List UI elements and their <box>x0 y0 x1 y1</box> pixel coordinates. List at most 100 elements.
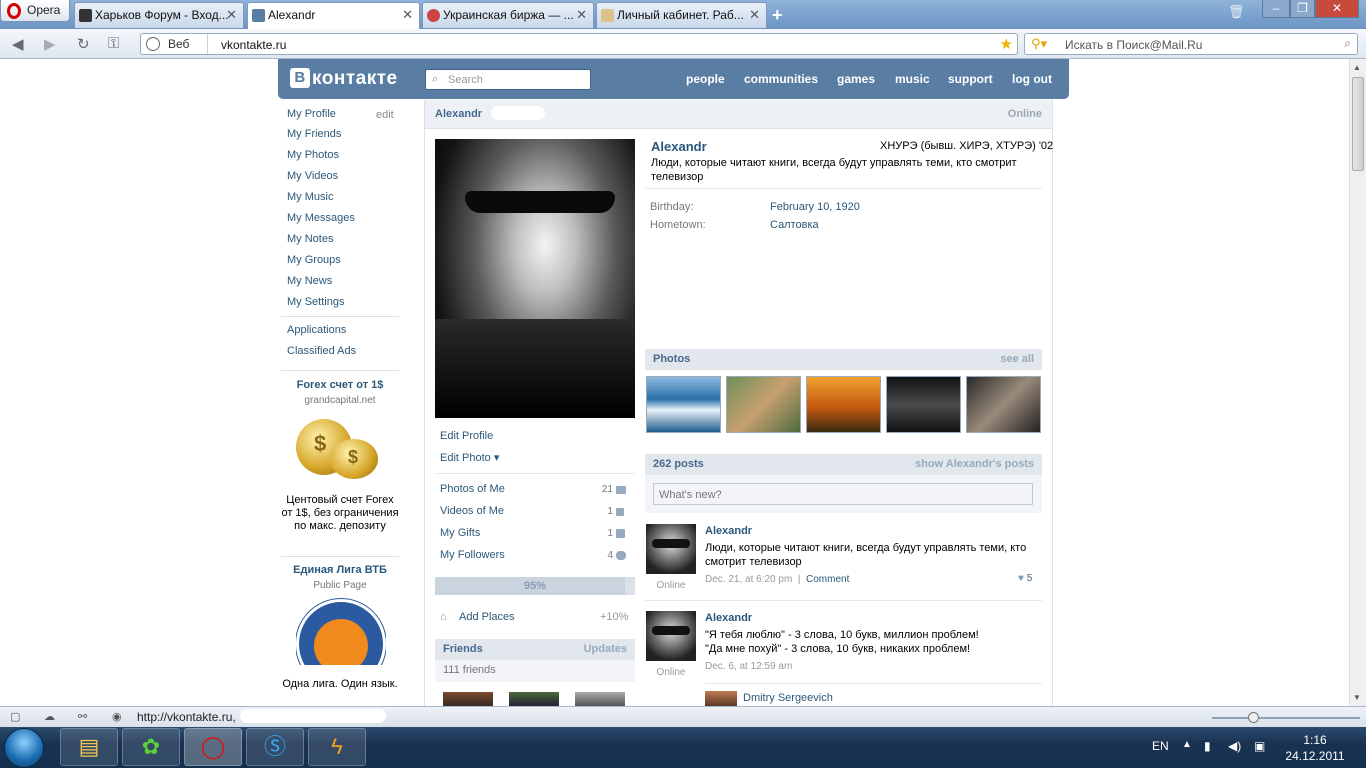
opera-taskbar-icon[interactable]: ◯ <box>184 728 242 766</box>
posts-header[interactable]: 262 posts show Alexandr's posts <box>645 454 1042 475</box>
menu-my-notes[interactable]: My Notes <box>287 233 333 245</box>
menu-my-groups[interactable]: My Groups <box>287 254 341 266</box>
vk-logo[interactable]: Вконтакте <box>290 68 398 90</box>
videos-of-me-link[interactable]: Videos of Me <box>440 505 504 517</box>
unite-icon[interactable]: ⚯ <box>78 710 87 723</box>
post-avatar[interactable] <box>646 611 696 661</box>
post-author[interactable]: Alexandr <box>705 525 752 537</box>
menu-my-videos[interactable]: My Videos <box>287 170 338 182</box>
post-comment-link[interactable]: Comment <box>806 574 849 585</box>
vk-search-input[interactable]: ⌕ Search <box>425 69 591 90</box>
trash-icon[interactable]: 🗑 <box>1228 4 1245 20</box>
winamp-icon[interactable]: ϟ <box>308 728 366 766</box>
menu-my-friends[interactable]: My Friends <box>287 128 341 140</box>
hometown-value[interactable]: Салтовка <box>770 219 819 231</box>
menu-edit-link[interactable]: edit <box>376 109 394 121</box>
photos-of-me-link[interactable]: Photos of Me <box>440 483 505 495</box>
posts-count[interactable]: 262 posts <box>653 458 704 470</box>
ad-title[interactable]: Единая Лига ВТБ <box>281 564 399 576</box>
opera-menu-button[interactable]: Opera <box>0 0 70 22</box>
my-followers-link[interactable]: My Followers <box>440 549 505 561</box>
photos-header[interactable]: Photos see all <box>645 349 1042 370</box>
photo-thumbnail[interactable] <box>966 376 1041 433</box>
close-tab-icon[interactable]: ✕ <box>402 7 413 23</box>
turbo-icon[interactable]: ◉ <box>112 710 122 723</box>
tab-lichny-kabinet[interactable]: Личный кабинет. Раб... ✕ <box>596 2 767 28</box>
tab-kharkov-forum[interactable]: Харьков Форум - Вход... ✕ <box>74 2 244 28</box>
photo-thumbnail[interactable] <box>726 376 801 433</box>
zoom-slider[interactable] <box>1212 712 1360 723</box>
search-icon[interactable]: ⌕ <box>1344 36 1351 51</box>
network-icon[interactable]: ▣ <box>1254 739 1265 753</box>
friend-avatar[interactable] <box>509 692 559 706</box>
menu-my-music[interactable]: My Music <box>287 191 333 203</box>
reply-avatar[interactable] <box>705 691 737 706</box>
icq-icon[interactable]: ✿ <box>122 728 180 766</box>
back-icon[interactable]: ◀ <box>12 35 24 53</box>
post-avatar[interactable] <box>646 524 696 574</box>
tab-alexandr[interactable]: Alexandr ✕ <box>247 2 420 29</box>
nav-logout[interactable]: log out <box>1012 72 1052 86</box>
panel-toggle-icon[interactable]: ▢ <box>10 710 20 723</box>
profile-photo[interactable] <box>435 139 635 418</box>
edit-profile-link[interactable]: Edit Profile <box>440 430 493 442</box>
nav-people[interactable]: people <box>686 72 725 86</box>
post-author[interactable]: Alexandr <box>705 612 752 624</box>
key-icon[interactable]: ⚿ <box>108 35 119 52</box>
post-likes[interactable]: ♥ 5 <box>1018 573 1032 584</box>
ad-title[interactable]: Forex счет от 1$ <box>281 379 399 391</box>
system-clock[interactable]: 1:16 24.12.2011 <box>1280 732 1350 764</box>
new-tab-icon[interactable]: + <box>772 5 783 26</box>
edit-photo-link[interactable]: Edit Photo ▾ <box>440 451 499 464</box>
volume-icon[interactable]: ◀) <box>1228 739 1241 753</box>
post-date[interactable]: Dec. 21, at 6:20 pm <box>705 574 792 585</box>
cloud-icon[interactable]: ☁ <box>44 710 55 723</box>
reply-author[interactable]: Dmitry Sergeevich <box>743 692 833 704</box>
language-indicator[interactable]: EN <box>1152 739 1169 753</box>
skype-icon[interactable]: Ⓢ <box>246 728 304 766</box>
friends-header[interactable]: Friends Updates <box>435 639 635 660</box>
photo-thumbnail[interactable] <box>646 376 721 433</box>
photo-thumbnail[interactable] <box>886 376 961 433</box>
friends-title[interactable]: Friends <box>443 643 483 655</box>
page-scrollbar[interactable]: ▲ ▼ <box>1349 59 1366 706</box>
whats-new-input[interactable]: What's new? <box>653 483 1033 505</box>
menu-my-photos[interactable]: My Photos <box>287 149 339 161</box>
bookmark-star-icon[interactable]: ★ <box>1000 35 1013 53</box>
menu-my-messages[interactable]: My Messages <box>287 212 355 224</box>
friends-updates-link[interactable]: Updates <box>584 643 627 655</box>
profile-rating-bar[interactable]: 95% <box>435 577 635 595</box>
profile-education[interactable]: ХНУРЭ (бывш. ХИРЭ, ХТУРЭ) '02 <box>880 140 1053 152</box>
forward-icon[interactable]: ▶ <box>44 35 56 53</box>
mailru-search-icon[interactable]: ⚲▾ <box>1031 36 1047 52</box>
menu-my-settings[interactable]: My Settings <box>287 296 344 308</box>
start-button[interactable] <box>4 728 44 768</box>
nav-music[interactable]: music <box>895 72 930 86</box>
coins-image[interactable]: $ $ <box>296 419 382 479</box>
zoom-slider-knob[interactable] <box>1248 712 1259 723</box>
photo-thumbnail[interactable] <box>806 376 881 433</box>
menu-my-news[interactable]: My News <box>287 275 332 287</box>
tab-ukr-birzha[interactable]: Украинская биржа — ... ✕ <box>422 2 594 28</box>
photos-title[interactable]: Photos <box>653 353 690 365</box>
friend-avatar[interactable] <box>575 692 625 706</box>
search-box[interactable]: ⚲▾ Искать в Поиск@Mail.Ru ⌕ <box>1024 33 1358 55</box>
nav-games[interactable]: games <box>837 72 875 86</box>
nav-support[interactable]: support <box>948 72 993 86</box>
power-icon[interactable]: ▮ <box>1204 739 1211 753</box>
profile-status[interactable]: Люди, которые читают книги, всегда будут… <box>651 156 1031 184</box>
scroll-down-icon[interactable]: ▼ <box>1353 693 1361 702</box>
address-url[interactable]: vkontakte.ru <box>221 38 286 52</box>
address-bar[interactable]: Веб vkontakte.ru ★ <box>140 33 1018 55</box>
menu-my-profile[interactable]: My Profile <box>287 108 336 120</box>
close-window-icon[interactable]: ✕ <box>1315 0 1359 18</box>
scroll-up-icon[interactable]: ▲ <box>1353 63 1361 72</box>
menu-classified-ads[interactable]: Classified Ads <box>287 345 356 357</box>
close-tab-icon[interactable]: ✕ <box>749 7 760 23</box>
scrollbar-thumb[interactable] <box>1352 77 1364 171</box>
photos-see-all[interactable]: see all <box>1000 353 1034 365</box>
menu-applications[interactable]: Applications <box>287 324 346 336</box>
add-places-link[interactable]: Add Places <box>459 611 515 623</box>
my-gifts-link[interactable]: My Gifts <box>440 527 480 539</box>
tray-expand-icon[interactable]: ▲ <box>1182 739 1192 750</box>
